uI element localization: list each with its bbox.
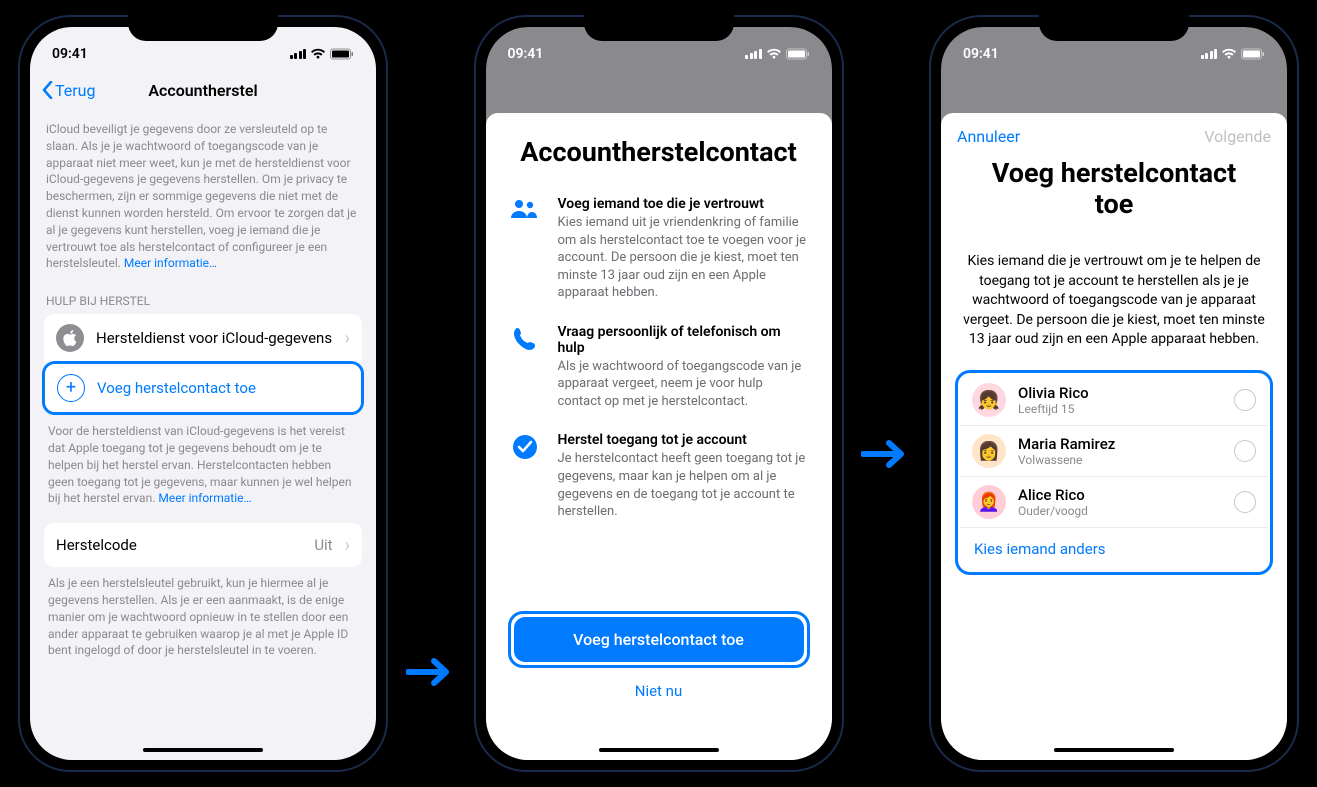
feature-phone: Vraag persoonlijk of telefonisch om hulp… [508, 324, 810, 411]
learn-more-link[interactable]: Meer informatie… [124, 256, 217, 270]
battery-icon [786, 48, 810, 60]
phone-icon [508, 324, 542, 411]
cellular-icon [1201, 49, 1218, 59]
chevron-right-icon: › [345, 535, 350, 556]
row-title: Voeg herstelcontact toe [97, 379, 349, 397]
contact-row-olivia[interactable]: 👧 Olivia Rico Leeftijd 15 [960, 375, 1268, 426]
row-recovery-key[interactable]: Herstelcode Uit › [44, 523, 362, 567]
wifi-icon [766, 48, 782, 60]
wifi-icon [1221, 48, 1237, 60]
screen-1: 09:41 Terug Accountherstel iCloud beveil… [30, 27, 376, 760]
contact-name: Maria Ramirez [1018, 435, 1222, 453]
apple-icon [56, 324, 84, 352]
home-indicator [1054, 748, 1174, 752]
contact-row-alice[interactable]: 👩‍🦰 Alice Rico Ouder/voogd [960, 477, 1268, 528]
screen-2: 09:41 Accountherstelcon­tact Voeg iemand… [486, 27, 832, 760]
back-label: Terug [55, 81, 95, 100]
row-detail: Uit [314, 536, 332, 554]
modal-title: Voeg herstel­contact toe [941, 152, 1287, 220]
contact-meta: Leeftijd 15 [1018, 402, 1222, 416]
row-title: Herstelcode [56, 536, 302, 554]
avatar: 👩‍🦰 [972, 485, 1006, 519]
row-title: Hersteldienst voor iCloud-gegevens [96, 329, 333, 347]
clock: 09:41 [52, 46, 88, 62]
home-indicator [143, 748, 263, 752]
people-icon [508, 196, 542, 302]
contact-name: Olivia Rico [1018, 384, 1222, 402]
not-now-link[interactable]: Niet nu [508, 682, 810, 700]
recovery-key-group: Herstelcode Uit › [44, 523, 362, 567]
checkmark-circle-icon [508, 432, 542, 520]
clock: 09:41 [963, 46, 999, 62]
add-recovery-contact-button[interactable]: Voeg herstelcontact toe [514, 617, 804, 662]
feature-title: Vraag persoonlijk of telefonisch om hulp [558, 324, 810, 356]
row-icloud-recovery-service[interactable]: Hersteldienst voor iCloud-gegevens › [44, 314, 362, 362]
choose-someone-else-link[interactable]: Kies iemand anders [960, 528, 1268, 570]
contact-row-maria[interactable]: 👩 Maria Ramirez Volwassene [960, 426, 1268, 477]
chevron-left-icon [42, 81, 53, 99]
footnote-recovery-key: Als je een herstelsleutel gebruikt, kun … [30, 567, 376, 675]
phone-frame-2: 09:41 Accountherstelcon­tact Voeg iemand… [474, 15, 844, 772]
feature-body: Kies iemand uit je vriendenkring of fami… [558, 214, 810, 302]
highlight-add-contact: + Voeg herstelcontact toe [42, 361, 364, 415]
back-button[interactable]: Terug [42, 81, 95, 100]
section-header-recovery-help: HULP BIJ HERSTEL [30, 288, 376, 314]
avatar: 👧 [972, 383, 1006, 417]
modal-sheet: Annuleer Volgende Voeg herstel­contact t… [941, 113, 1287, 760]
wifi-icon [310, 48, 326, 60]
modal-title: Accountherstelcon­tact [508, 137, 810, 168]
contact-meta: Volwassene [1018, 453, 1222, 467]
phone-frame-3: 09:41 Annuleer Volgende Voeg herstel­con… [929, 15, 1299, 772]
flow-arrow-1 [405, 657, 457, 687]
cancel-button[interactable]: Annuleer [957, 127, 1020, 146]
feature-title: Herstel toegang tot je account [558, 432, 810, 448]
status-icons [745, 48, 810, 60]
home-indicator [599, 748, 719, 752]
contact-list: 👧 Olivia Rico Leeftijd 15 👩 Maria Ramire… [960, 375, 1268, 570]
flow-arrow-2 [860, 439, 912, 469]
cellular-icon [745, 49, 762, 59]
radio-unchecked-icon[interactable] [1234, 389, 1256, 411]
battery-icon [330, 48, 354, 60]
radio-unchecked-icon[interactable] [1234, 440, 1256, 462]
notch [128, 15, 278, 41]
screen-3: 09:41 Annuleer Volgende Voeg herstel­con… [941, 27, 1287, 760]
notch [1039, 15, 1189, 41]
feature-restore: Herstel toegang tot je account Je herste… [508, 432, 810, 520]
feature-trust: Voeg iemand toe die je vertrouwt Kies ie… [508, 196, 810, 302]
radio-unchecked-icon[interactable] [1234, 491, 1256, 513]
sheet-nav: Annuleer Volgende [941, 113, 1287, 152]
clock: 09:41 [508, 46, 544, 62]
status-icons [290, 48, 355, 60]
highlight-contact-list: 👧 Olivia Rico Leeftijd 15 👩 Maria Ramire… [955, 370, 1273, 575]
page-title: Accountherstel [148, 81, 257, 100]
content: iCloud beveiligt je gegevens door ze ver… [30, 111, 376, 760]
recovery-list-group: Hersteldienst voor iCloud-gegevens › [44, 314, 362, 362]
contact-meta: Ouder/voogd [1018, 504, 1222, 518]
feature-body: Je herstelcontact heeft geen toegang tot… [558, 450, 810, 520]
feature-body: Als je wachtwoord of toegangscode van je… [558, 358, 810, 411]
row-add-recovery-contact[interactable]: + Voeg herstelcontact toe [45, 364, 361, 412]
modal-subtitle: Kies iemand die je vertrouwt om je te he… [941, 248, 1287, 370]
avatar: 👩 [972, 434, 1006, 468]
feature-title: Voeg iemand toe die je vertrouwt [558, 196, 810, 212]
plus-icon: + [57, 374, 85, 402]
notch [584, 15, 734, 41]
chevron-right-icon: › [345, 328, 350, 349]
learn-more-link-2[interactable]: Meer informatie… [158, 491, 251, 505]
highlight-primary-btn: Voeg herstelcontact toe [508, 611, 810, 668]
footnote-recovery-help: Voor de hersteldienst van iCloud-gegeven… [30, 415, 376, 523]
next-button-disabled: Volgende [1204, 127, 1271, 146]
intro-text: iCloud beveiligt je gegevens door ze ver… [30, 111, 376, 288]
battery-icon [1241, 48, 1265, 60]
modal-sheet: Accountherstelcon­tact Voeg iemand toe d… [486, 113, 832, 760]
nav-bar: Terug Accountherstel [30, 69, 376, 111]
phone-frame-1: 09:41 Terug Accountherstel iCloud beveil… [18, 15, 388, 772]
cellular-icon [290, 49, 307, 59]
contact-name: Alice Rico [1018, 486, 1222, 504]
status-icons [1201, 48, 1266, 60]
